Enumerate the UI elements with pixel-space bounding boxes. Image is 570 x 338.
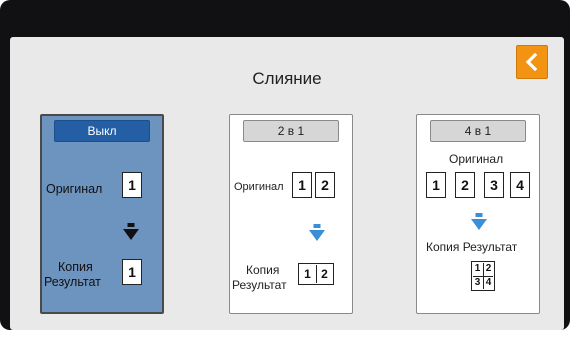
back-button[interactable]	[516, 45, 548, 79]
result-sheet: 1 2	[298, 263, 334, 285]
copy-label: Копия	[58, 260, 93, 274]
combine-screen: Слияние Выкл Оригинал 1 Копия Результат …	[10, 37, 564, 330]
arrow-down-icon	[471, 213, 487, 230]
original-page: 1	[122, 172, 142, 198]
option-off[interactable]: Выкл Оригинал 1 Копия Результат 1	[40, 114, 164, 314]
original-label: Оригинал	[234, 181, 284, 193]
original-label: Оригинал	[46, 182, 103, 196]
result-cell-1: 1	[304, 267, 311, 281]
arrow-down-icon	[123, 223, 139, 240]
option-2in1[interactable]: 2 в 1 Оригинал 1 2 Копия Результат 1 2	[229, 114, 353, 314]
copy-label: Копия	[246, 263, 280, 277]
mode-label-4in1: 4 в 1	[430, 120, 526, 142]
original-page-1: 1	[292, 172, 312, 198]
original-page-3: 3	[484, 172, 504, 198]
result-label: Результат	[232, 278, 287, 292]
copy-result-label: Копия Результат	[426, 240, 518, 254]
result-page: 1	[122, 259, 142, 285]
result-label: Результат	[44, 275, 101, 289]
original-label: Оригинал	[449, 152, 504, 166]
arrow-down-icon	[309, 224, 325, 241]
mode-label-off: Выкл	[54, 120, 150, 142]
result-cell-1: 1	[474, 263, 481, 274]
result-cell-4: 4	[485, 277, 492, 288]
original-page-4: 4	[510, 172, 530, 198]
result-divider	[316, 265, 317, 283]
original-page-2: 2	[315, 172, 335, 198]
result-cell-2: 2	[321, 267, 328, 281]
option-4in1[interactable]: 4 в 1 Оригинал 1 2 3 4 Копия Результат 1…	[416, 114, 540, 314]
result-cell-3: 3	[474, 277, 481, 288]
result-sheet: 1 2 3 4	[471, 261, 495, 291]
mode-label-2in1: 2 в 1	[243, 120, 339, 142]
original-page-2: 2	[455, 172, 475, 198]
page-title: Слияние	[252, 69, 322, 88]
result-cell-2: 2	[485, 263, 492, 274]
original-page-1: 1	[426, 172, 446, 198]
chevron-left-icon	[525, 53, 538, 71]
